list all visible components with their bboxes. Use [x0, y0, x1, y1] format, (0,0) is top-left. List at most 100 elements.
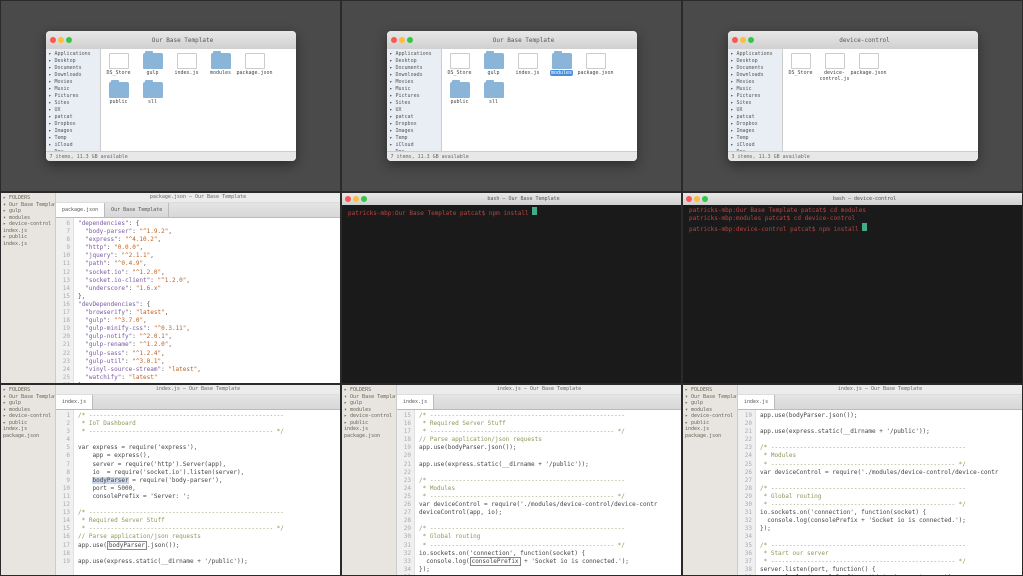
- sidebar-item[interactable]: ▸ Music: [730, 86, 780, 93]
- sidebar-item[interactable]: ▸ Applications: [389, 51, 439, 58]
- code-area[interactable]: 1516171819202122232425262728293031323334…: [397, 410, 681, 575]
- zoom-icon[interactable]: [66, 37, 72, 43]
- sidebar-item[interactable]: ▸ Dropbox: [389, 121, 439, 128]
- finder-sidebar[interactable]: ▸ Applications▸ Desktop▸ Documents▸ Down…: [46, 49, 101, 151]
- tab-file[interactable]: index.js: [397, 395, 434, 409]
- finder-file-grid[interactable]: DS_Storedevice-control.jspackage.json: [783, 49, 978, 151]
- sidebar-item[interactable]: ▸ Applications: [730, 51, 780, 58]
- tree-item[interactable]: ▸ device-control: [3, 221, 53, 228]
- sidebar-item[interactable]: ▸ Movies: [730, 79, 780, 86]
- tree-item[interactable]: ▸ device-control: [344, 413, 394, 420]
- sidebar-item[interactable]: ▸ Documents: [730, 65, 780, 72]
- file-item[interactable]: sll: [480, 82, 508, 105]
- editor-sidebar[interactable]: ▸ FOLDERS▾ Our Base Template ▸ gulp ▾ mo…: [683, 385, 738, 575]
- minimize-icon[interactable]: [353, 196, 359, 202]
- code-body[interactable]: /* -------------------------------------…: [74, 410, 340, 575]
- sidebar-item[interactable]: ▸ Documents: [48, 65, 98, 72]
- sidebar-item[interactable]: ▸ UX: [730, 107, 780, 114]
- file-item[interactable]: gulp: [480, 53, 508, 76]
- sidebar-item[interactable]: ▸ Dropbox: [48, 121, 98, 128]
- file-item[interactable]: public: [446, 82, 474, 105]
- tree-item[interactable]: index.js: [3, 241, 53, 248]
- tree-item[interactable]: package.json: [344, 433, 394, 440]
- zoom-icon[interactable]: [702, 196, 708, 202]
- file-item[interactable]: DS_Store: [105, 53, 133, 76]
- sidebar-item[interactable]: ▸ iCloud: [48, 142, 98, 149]
- minimize-icon[interactable]: [58, 37, 64, 43]
- close-icon[interactable]: [732, 37, 738, 43]
- sidebar-item[interactable]: ▸ Downloads: [730, 72, 780, 79]
- tree-item[interactable]: package.json: [3, 433, 53, 440]
- editor-tabs[interactable]: index.js: [738, 395, 1022, 410]
- sidebar-item[interactable]: ▸ UX: [389, 107, 439, 114]
- sidebar-item[interactable]: ▸ Images: [389, 128, 439, 135]
- finder-file-grid[interactable]: DS_Storegulpindex.jsmodulespackage.jsonp…: [442, 49, 637, 151]
- terminal[interactable]: bash — Our Base Template patricks-mbp:Ou…: [342, 193, 681, 383]
- file-item[interactable]: DS_Store: [787, 53, 815, 82]
- sidebar-item[interactable]: ▸ patcat: [48, 114, 98, 121]
- code-area[interactable]: 1920212223242526272829303132333435363738…: [738, 410, 1022, 575]
- sidebar-item[interactable]: ▸ Images: [48, 128, 98, 135]
- tab-file[interactable]: Our Base Template: [105, 203, 169, 217]
- tab-file[interactable]: index.js: [56, 395, 93, 409]
- finder-sidebar[interactable]: ▸ Applications▸ Desktop▸ Documents▸ Down…: [728, 49, 783, 151]
- sidebar-item[interactable]: ▸ Applications: [48, 51, 98, 58]
- sidebar-item[interactable]: ▸ Pictures: [48, 93, 98, 100]
- zoom-icon[interactable]: [407, 37, 413, 43]
- finder-sidebar[interactable]: ▸ Applications▸ Desktop▸ Documents▸ Down…: [387, 49, 442, 151]
- tree-item[interactable]: ▸ device-control: [685, 413, 735, 420]
- sidebar-item[interactable]: ▸ Temp: [48, 135, 98, 142]
- minimize-icon[interactable]: [694, 196, 700, 202]
- editor-sidebar[interactable]: ▸ FOLDERS▾ Our Base Template ▸ gulp ▾ mo…: [1, 385, 56, 575]
- sidebar-item[interactable]: ▸ Temp: [730, 135, 780, 142]
- file-item[interactable]: modules: [548, 53, 576, 76]
- code-body[interactable]: /* -------------------------------------…: [415, 410, 681, 575]
- minimize-icon[interactable]: [740, 37, 746, 43]
- tab-file[interactable]: package.json: [56, 203, 105, 217]
- file-item[interactable]: gulp: [139, 53, 167, 76]
- sidebar-item[interactable]: ▸ Sites: [730, 100, 780, 107]
- sidebar-item[interactable]: ▸ iCloud: [730, 142, 780, 149]
- sidebar-item[interactable]: ▸ Sites: [389, 100, 439, 107]
- sidebar-item[interactable]: ▸ Documents: [389, 65, 439, 72]
- editor-tabs[interactable]: index.js: [397, 395, 681, 410]
- terminal[interactable]: bash — device-control patricks-mbp:Our B…: [683, 193, 1022, 383]
- tab-file[interactable]: index.js: [738, 395, 775, 409]
- sidebar-item[interactable]: ▸ Sites: [48, 100, 98, 107]
- close-icon[interactable]: [50, 37, 56, 43]
- finder-window[interactable]: device-control ▸ Applications▸ Desktop▸ …: [728, 31, 978, 161]
- sidebar-item[interactable]: ▸ Temp: [389, 135, 439, 142]
- close-icon[interactable]: [686, 196, 692, 202]
- sidebar-item[interactable]: ▸ Pictures: [389, 93, 439, 100]
- sidebar-item[interactable]: ▸ Downloads: [389, 72, 439, 79]
- file-item[interactable]: device-control.js: [821, 53, 849, 82]
- minimize-icon[interactable]: [399, 37, 405, 43]
- finder-file-grid[interactable]: DS_Storegulpindex.jsmodulespackage.jsonp…: [101, 49, 296, 151]
- file-item[interactable]: DS_Store: [446, 53, 474, 76]
- zoom-icon[interactable]: [361, 196, 367, 202]
- sidebar-item[interactable]: ▸ Desktop: [48, 58, 98, 65]
- sidebar-item[interactable]: ▸ Desktop: [389, 58, 439, 65]
- editor-sidebar[interactable]: ▸ FOLDERS▾ Our Base Template ▸ gulp ▾ mo…: [342, 385, 397, 575]
- editor-sidebar[interactable]: ▸ FOLDERS▾ Our Base Template ▸ gulp ▾ mo…: [1, 193, 56, 383]
- file-item[interactable]: sll: [139, 82, 167, 105]
- finder-window[interactable]: Our Base Template ▸ Applications▸ Deskto…: [46, 31, 296, 161]
- sidebar-item[interactable]: ▸ Music: [48, 86, 98, 93]
- file-item[interactable]: package.json: [855, 53, 883, 82]
- sidebar-item[interactable]: ▸ Images: [730, 128, 780, 135]
- sidebar-item[interactable]: ▸ Dropbox: [730, 121, 780, 128]
- close-icon[interactable]: [391, 37, 397, 43]
- sidebar-item[interactable]: ▸ patcat: [389, 114, 439, 121]
- editor-tabs[interactable]: package.jsonOur Base Template: [56, 203, 340, 218]
- file-item[interactable]: modules: [207, 53, 235, 76]
- zoom-icon[interactable]: [748, 37, 754, 43]
- code-area[interactable]: 67891011121314151617181920212223242526"d…: [56, 218, 340, 383]
- code-body[interactable]: app.use(bodyParser.json()); app.use(expr…: [756, 410, 1022, 575]
- sidebar-item[interactable]: ▸ Movies: [389, 79, 439, 86]
- sidebar-item[interactable]: ▸ Movies: [48, 79, 98, 86]
- file-item[interactable]: index.js: [514, 53, 542, 76]
- tree-item[interactable]: ▸ device-control: [3, 413, 53, 420]
- sidebar-item[interactable]: ▸ Downloads: [48, 72, 98, 79]
- code-area[interactable]: 12345678910111213141516171819/* --------…: [56, 410, 340, 575]
- editor-tabs[interactable]: index.js: [56, 395, 340, 410]
